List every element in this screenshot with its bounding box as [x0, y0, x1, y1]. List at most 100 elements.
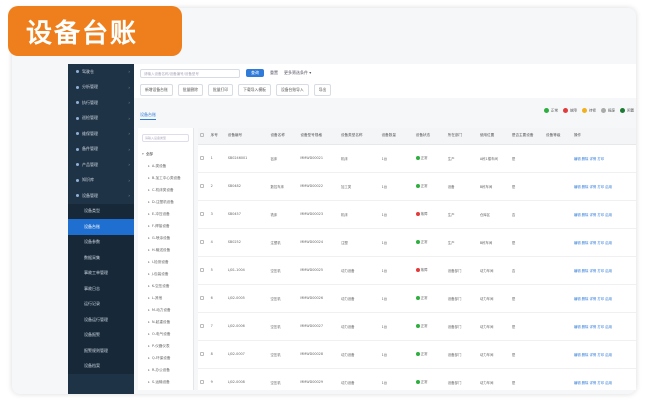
tree-node[interactable]: ▸ O-电气设备 — [138, 328, 193, 340]
row-actions[interactable]: 编辑 删除 详情 打印 启用 — [571, 228, 636, 257]
device-qty: 1台 — [379, 368, 414, 390]
expand-icon: ▸ — [148, 188, 150, 192]
tab-device-ledger[interactable]: 设备台账 — [140, 112, 156, 120]
tree-node[interactable]: ▸ I-检测设备 — [138, 256, 193, 268]
sidebar-item[interactable]: 事故工单管理 — [68, 265, 134, 281]
status-badge: 正常 — [415, 239, 428, 244]
row-checkbox[interactable] — [200, 295, 204, 300]
sidebar-item-label: 报警规则管理 — [84, 347, 108, 353]
row-checkbox[interactable] — [200, 323, 204, 328]
row-actions[interactable]: 编辑 删除 详情 打印 — [571, 144, 636, 173]
row-actions[interactable]: 编辑 删除 详情 打印 启用 — [571, 200, 636, 229]
tree-node[interactable]: ▸ G-喷涂设备 — [138, 232, 193, 244]
status-cell: 正常 — [413, 312, 446, 341]
table-row[interactable]: 2 SB0482 数控车床 MMWD00022 加工类 1台 正常 设备 B栋车间是编辑 删除 … — [198, 172, 636, 201]
table-row[interactable]: 3 SB0457 铣床 MMWD00023 机床 1台 故障 生产 仓库区否编辑 删除 详情 打… — [198, 200, 636, 229]
sidebar-item[interactable]: 设备报警 — [68, 327, 134, 343]
sidebar-item[interactable]: 设备档案 — [68, 358, 134, 374]
department: 生产 — [445, 228, 478, 257]
tree-node[interactable]: ▸ Q-环保设备 — [138, 352, 193, 364]
more-filters-toggle[interactable]: 更多筛选条件 ▾ — [284, 70, 311, 76]
legend-label: 闲置 — [627, 108, 634, 113]
device-qty: 1台 — [379, 200, 414, 229]
sidebar-item[interactable]: 备件管理 › — [68, 142, 134, 158]
tree-node[interactable]: ▸ F-焊接设备 — [138, 220, 193, 232]
sidebar-item[interactable]: 设备参数 — [68, 234, 134, 250]
tree-node[interactable]: ▸ R-办公设备 — [138, 364, 193, 376]
sidebar-item[interactable]: 驾驶仓 › — [68, 64, 134, 80]
row-checkbox[interactable] — [200, 183, 204, 188]
tree-node[interactable]: ▸ N-起重设备 — [138, 316, 193, 328]
row-checkbox[interactable] — [200, 239, 204, 244]
tree-node[interactable]: ▸ S-运输设备 — [138, 376, 193, 388]
tree-node[interactable]: ▸ M-动力设备 — [138, 304, 193, 316]
sidebar-item[interactable]: 设备管理 › — [68, 188, 134, 204]
tree-node-root[interactable]: ▾ 全部 — [138, 148, 193, 160]
device-grade — [544, 340, 572, 369]
query-button[interactable]: 查询 — [246, 69, 264, 77]
status-label: 正常 — [420, 324, 428, 329]
toolbar-button[interactable]: 导出 — [313, 84, 332, 96]
tree-node[interactable]: ▸ A-类设备 — [138, 160, 193, 172]
row-actions[interactable]: 编辑 删除 详情 打印 启用 — [571, 312, 636, 341]
sidebar-item[interactable]: 执行管理 › — [68, 95, 134, 111]
table-row[interactable]: 9 LJ02-0008 空压机 MMWD00029 动力设备 1台 正常 设备部门 动力车间是 编… — [198, 368, 636, 390]
tree-node[interactable]: ▸ D-注塑机设备 — [138, 196, 193, 208]
row-checkbox[interactable] — [200, 155, 204, 160]
table-row[interactable]: 8 LJ02-0007 空压机 MMWD00028 动力设备 1台 正常 设备部门 动力车间是编… — [198, 340, 636, 369]
device-grade — [544, 200, 572, 229]
table-row[interactable]: 4 SB0252 注塑机 MMWD00024 注塑 1台 正常 生产 B栋车间是编辑 删除 详情… — [198, 228, 636, 257]
tree-node[interactable]: ▸ K-空压设备 — [138, 280, 193, 292]
table-row[interactable]: 7 LJ02-0006 空压机 MMWD00027 动力设备 1台 正常 设备部门 动力车间是编… — [198, 312, 636, 341]
tree-node[interactable]: ▸ H-输送设备 — [138, 244, 193, 256]
toolbar-button[interactable]: 批量打印 — [207, 84, 234, 96]
is-main-device: 否 — [509, 256, 545, 285]
toolbar-button[interactable]: 批量删除 — [177, 84, 203, 96]
row-checkbox[interactable] — [200, 267, 204, 272]
sidebar-item[interactable]: 事故日志 — [68, 281, 134, 297]
row-actions[interactable]: 编辑 删除 详情 打印 启用 — [571, 340, 636, 369]
row-actions[interactable]: 编辑 删除 详情 打印 启用 — [571, 172, 636, 201]
sidebar-item[interactable]: 运行记录 — [68, 296, 134, 312]
sidebar-item[interactable]: 设备运行管理 — [68, 312, 134, 328]
select-all-checkbox[interactable] — [200, 133, 204, 138]
device-qty: 1台 — [379, 172, 414, 201]
sidebar-item[interactable]: 知识库 › — [68, 173, 134, 189]
sidebar-item[interactable]: 巡检管理 › — [68, 111, 134, 127]
tree-node[interactable]: ▸ P-仪器仪表 — [138, 340, 193, 352]
row-checkbox[interactable] — [200, 379, 204, 384]
sidebar-item[interactable]: 产品管理 › — [68, 157, 134, 173]
department: 生产 — [445, 200, 478, 229]
sidebar-item[interactable]: 设备类型 — [68, 203, 134, 219]
table-row[interactable]: 6 LJ02-0005 空压机 MMWD00026 动力设备 1台 正常 设备部门 动力车间是编… — [198, 284, 636, 313]
tree-node[interactable]: ▸ E-冲压设备 — [138, 208, 193, 220]
tree-node[interactable]: ▸ L-其他 — [138, 292, 193, 304]
row-actions[interactable]: 编辑 删除 详情 打印 启用 — [571, 256, 636, 285]
search-input[interactable]: 请输入设备名称/设备编号/设备型号 — [140, 68, 240, 78]
legend-item: 闲置 — [620, 108, 634, 114]
row-actions[interactable]: 编辑 删除 详情 打印 启用 — [571, 368, 636, 390]
sidebar-item[interactable]: 设备台账 — [68, 219, 134, 235]
toolbar-button[interactable]: 新增设备台账 — [140, 84, 173, 96]
sidebar: 驾驶仓 › 分析管理 › 执行管理 › 巡检管理 › 维保管理 › 备件管理 › 产品管理 › 知识库 › 设备… — [68, 64, 134, 394]
toolbar-button[interactable]: 下载导入模板 — [238, 84, 271, 96]
sidebar-item[interactable]: 分析管理 › — [68, 80, 134, 96]
tree-node[interactable]: ▸T-其他设备 — [138, 388, 193, 390]
table-row[interactable]: 5 LJ01-1004 空压机 MMWD00025 动力设备 1台 故障 设备部门 动力车间否编… — [198, 256, 636, 285]
tree-node[interactable]: ▸ J-包装设备 — [138, 268, 193, 280]
tree-search-input[interactable]: 请输入设备类型 — [142, 134, 189, 142]
row-checkbox[interactable] — [200, 211, 204, 216]
row-select-cell — [198, 144, 209, 173]
row-select-cell — [198, 228, 209, 257]
row-actions[interactable]: 编辑 删除 详情 打印 启用 — [571, 284, 636, 313]
row-checkbox[interactable] — [200, 351, 204, 356]
tree-node[interactable]: ▸ C-机床类设备 — [138, 184, 193, 196]
table-row[interactable]: 1 SB0246001 钻床 MMWD00021 机床 1台 正常 生产 A栋1楼车间是编辑 删… — [198, 144, 636, 173]
device-type: 动力设备 — [338, 284, 380, 313]
sidebar-item[interactable]: 维保管理 › — [68, 126, 134, 142]
tree-node[interactable]: ▸ B-加工中心类设备 — [138, 172, 193, 184]
sidebar-item[interactable]: 报警规则管理 — [68, 343, 134, 359]
sidebar-item[interactable]: 数据采集 — [68, 250, 134, 266]
reset-button[interactable]: 重置 — [270, 70, 278, 76]
toolbar-button[interactable]: 设备台账导入 — [275, 84, 309, 96]
